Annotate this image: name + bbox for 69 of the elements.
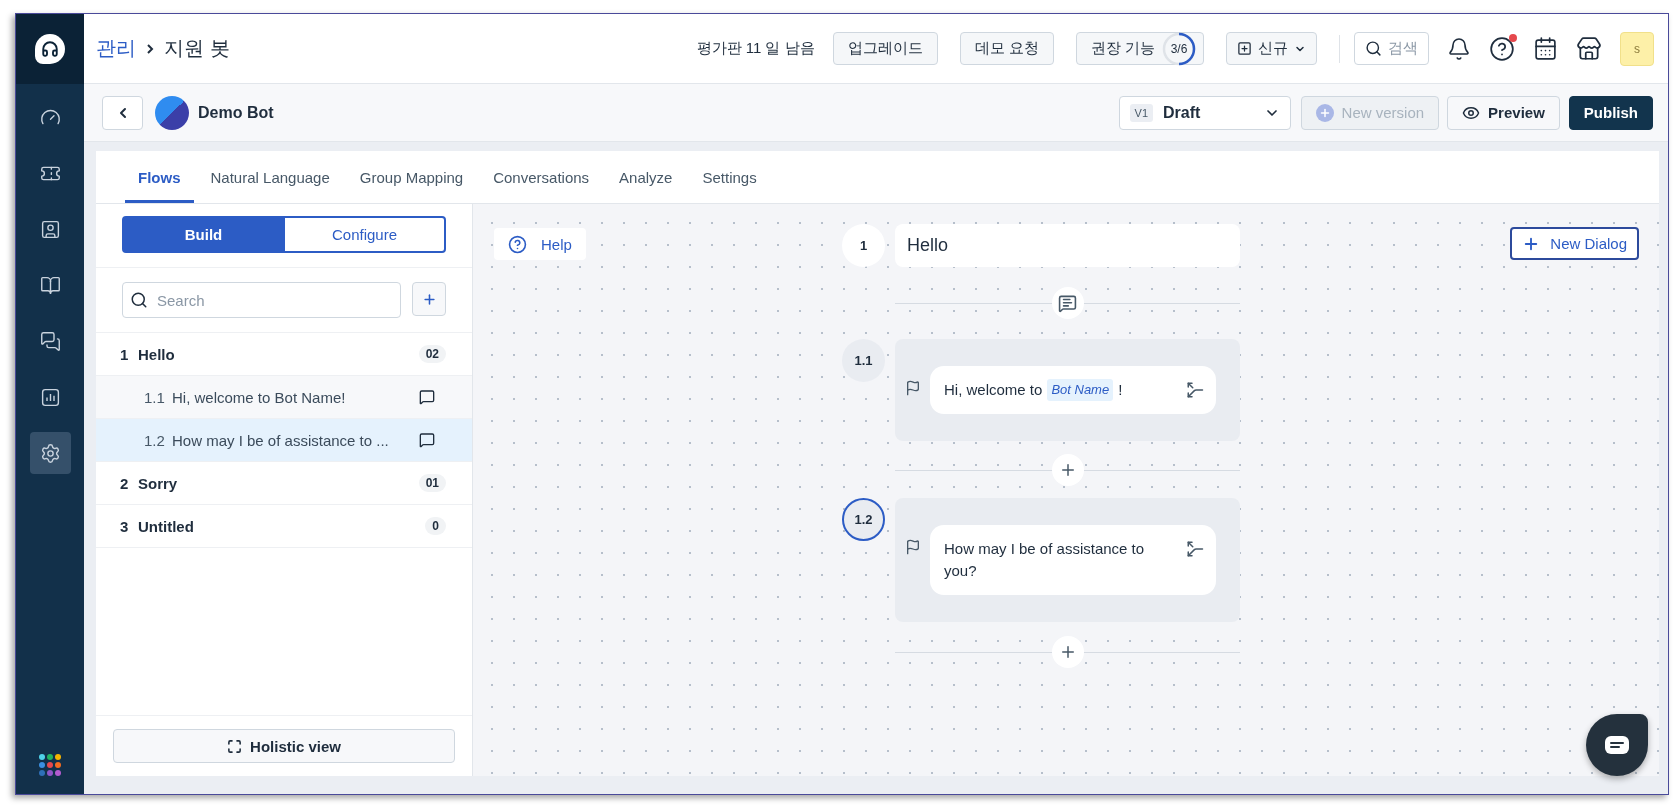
preview-button[interactable]: Preview <box>1447 95 1560 130</box>
plus-square-icon <box>1237 41 1252 56</box>
speech-bubble-icon <box>1058 293 1077 313</box>
sidebar-item[interactable] <box>29 432 71 474</box>
contact-card-icon <box>39 218 61 240</box>
recommended-features-button[interactable]: 권장 기능 3/6 <box>1075 32 1204 65</box>
trial-notice: 평가판 11 일 남음 <box>696 39 815 58</box>
chevron-right-icon <box>144 42 156 55</box>
flow-title: Hello <box>895 224 1240 267</box>
headset-logo-icon[interactable] <box>35 34 65 64</box>
bot-name: Demo Bot <box>198 103 274 122</box>
help-button[interactable]: Help <box>494 228 586 260</box>
flag-icon <box>905 539 921 555</box>
book-icon <box>39 274 61 296</box>
dialog-item[interactable]: 1.2 How may I be of assistance to ... <box>96 419 472 462</box>
search-field[interactable]: Search <box>122 282 401 318</box>
tab[interactable]: Analyze <box>606 151 686 203</box>
add-step-button[interactable] <box>1051 453 1084 486</box>
mode-toggle[interactable]: Configure <box>283 216 446 253</box>
plus-circle-icon <box>1315 103 1334 122</box>
message-text: ! <box>1118 380 1123 400</box>
add-step-button[interactable] <box>1051 636 1084 668</box>
holistic-view-button[interactable]: Holistic view <box>113 729 455 763</box>
message-text: Hi, welcome to <box>944 380 1043 400</box>
new-dialog-button[interactable]: New Dialog <box>1510 227 1639 260</box>
header-button[interactable]: 업그레이드 <box>832 32 938 65</box>
expand-icon <box>227 738 243 754</box>
variable-tag: Bot Name <box>1047 379 1114 401</box>
notification-dot <box>1509 33 1517 42</box>
mode-toggle[interactable]: Build <box>122 216 285 253</box>
settings-icon <box>39 442 61 464</box>
plus-icon <box>421 291 437 307</box>
search-icon <box>1365 40 1382 57</box>
user-avatar[interactable]: s <box>1620 31 1654 66</box>
message-bubble[interactable]: How may I be of assistance to you? <box>930 525 1216 595</box>
tab[interactable]: Settings <box>689 151 770 203</box>
publish-button[interactable]: Publish <box>1568 95 1653 130</box>
message-text: How may I be of assistance to you? <box>944 539 1146 581</box>
comment-button[interactable] <box>1051 287 1084 319</box>
dialog-card[interactable]: Hi, welcome to Bot Name ! <box>895 339 1240 441</box>
chat-widget-button[interactable] <box>1586 714 1648 776</box>
bar-chart-icon <box>39 386 61 408</box>
step-number[interactable]: 1.2 <box>842 498 885 541</box>
header-button[interactable]: 데모 요청 <box>959 32 1054 65</box>
flag-icon <box>905 380 921 396</box>
branch-icon[interactable] <box>1186 381 1204 399</box>
step-number: 1 <box>842 224 885 267</box>
flow-item[interactable]: 2 Sorry 01 <box>96 462 472 505</box>
step-number[interactable]: 1.1 <box>842 339 885 382</box>
tab[interactable]: Conversations <box>480 151 603 203</box>
new-menu-button[interactable]: 신규 <box>1226 32 1317 65</box>
speech-bubble-icon <box>419 389 435 405</box>
message-bubble[interactable]: Hi, welcome to Bot Name ! <box>930 366 1216 414</box>
dialog-card[interactable]: How may I be of assistance to you? <box>895 498 1240 622</box>
version-select[interactable]: V1 Draft <box>1118 95 1291 130</box>
breadcrumb-link[interactable]: 관리 <box>96 35 136 62</box>
branch-icon[interactable] <box>1186 540 1204 558</box>
chat-icon <box>1605 736 1629 754</box>
speech-bubble-icon <box>419 432 435 448</box>
search-icon <box>130 291 148 309</box>
tab[interactable]: Group Mapping <box>346 151 477 203</box>
chat-bubbles-icon <box>39 330 61 352</box>
dialog-item[interactable]: 1.1 Hi, welcome to Bot Name! <box>96 376 472 419</box>
tab[interactable]: Natural Language <box>197 151 343 203</box>
bot-avatar <box>155 95 189 130</box>
flow-item[interactable]: 3 Untitled 0 <box>96 505 472 548</box>
breadcrumb-current: 지원 봇 <box>164 36 230 61</box>
progress-count: 3/6 <box>1170 41 1188 56</box>
apps-grid-icon[interactable] <box>39 754 61 776</box>
